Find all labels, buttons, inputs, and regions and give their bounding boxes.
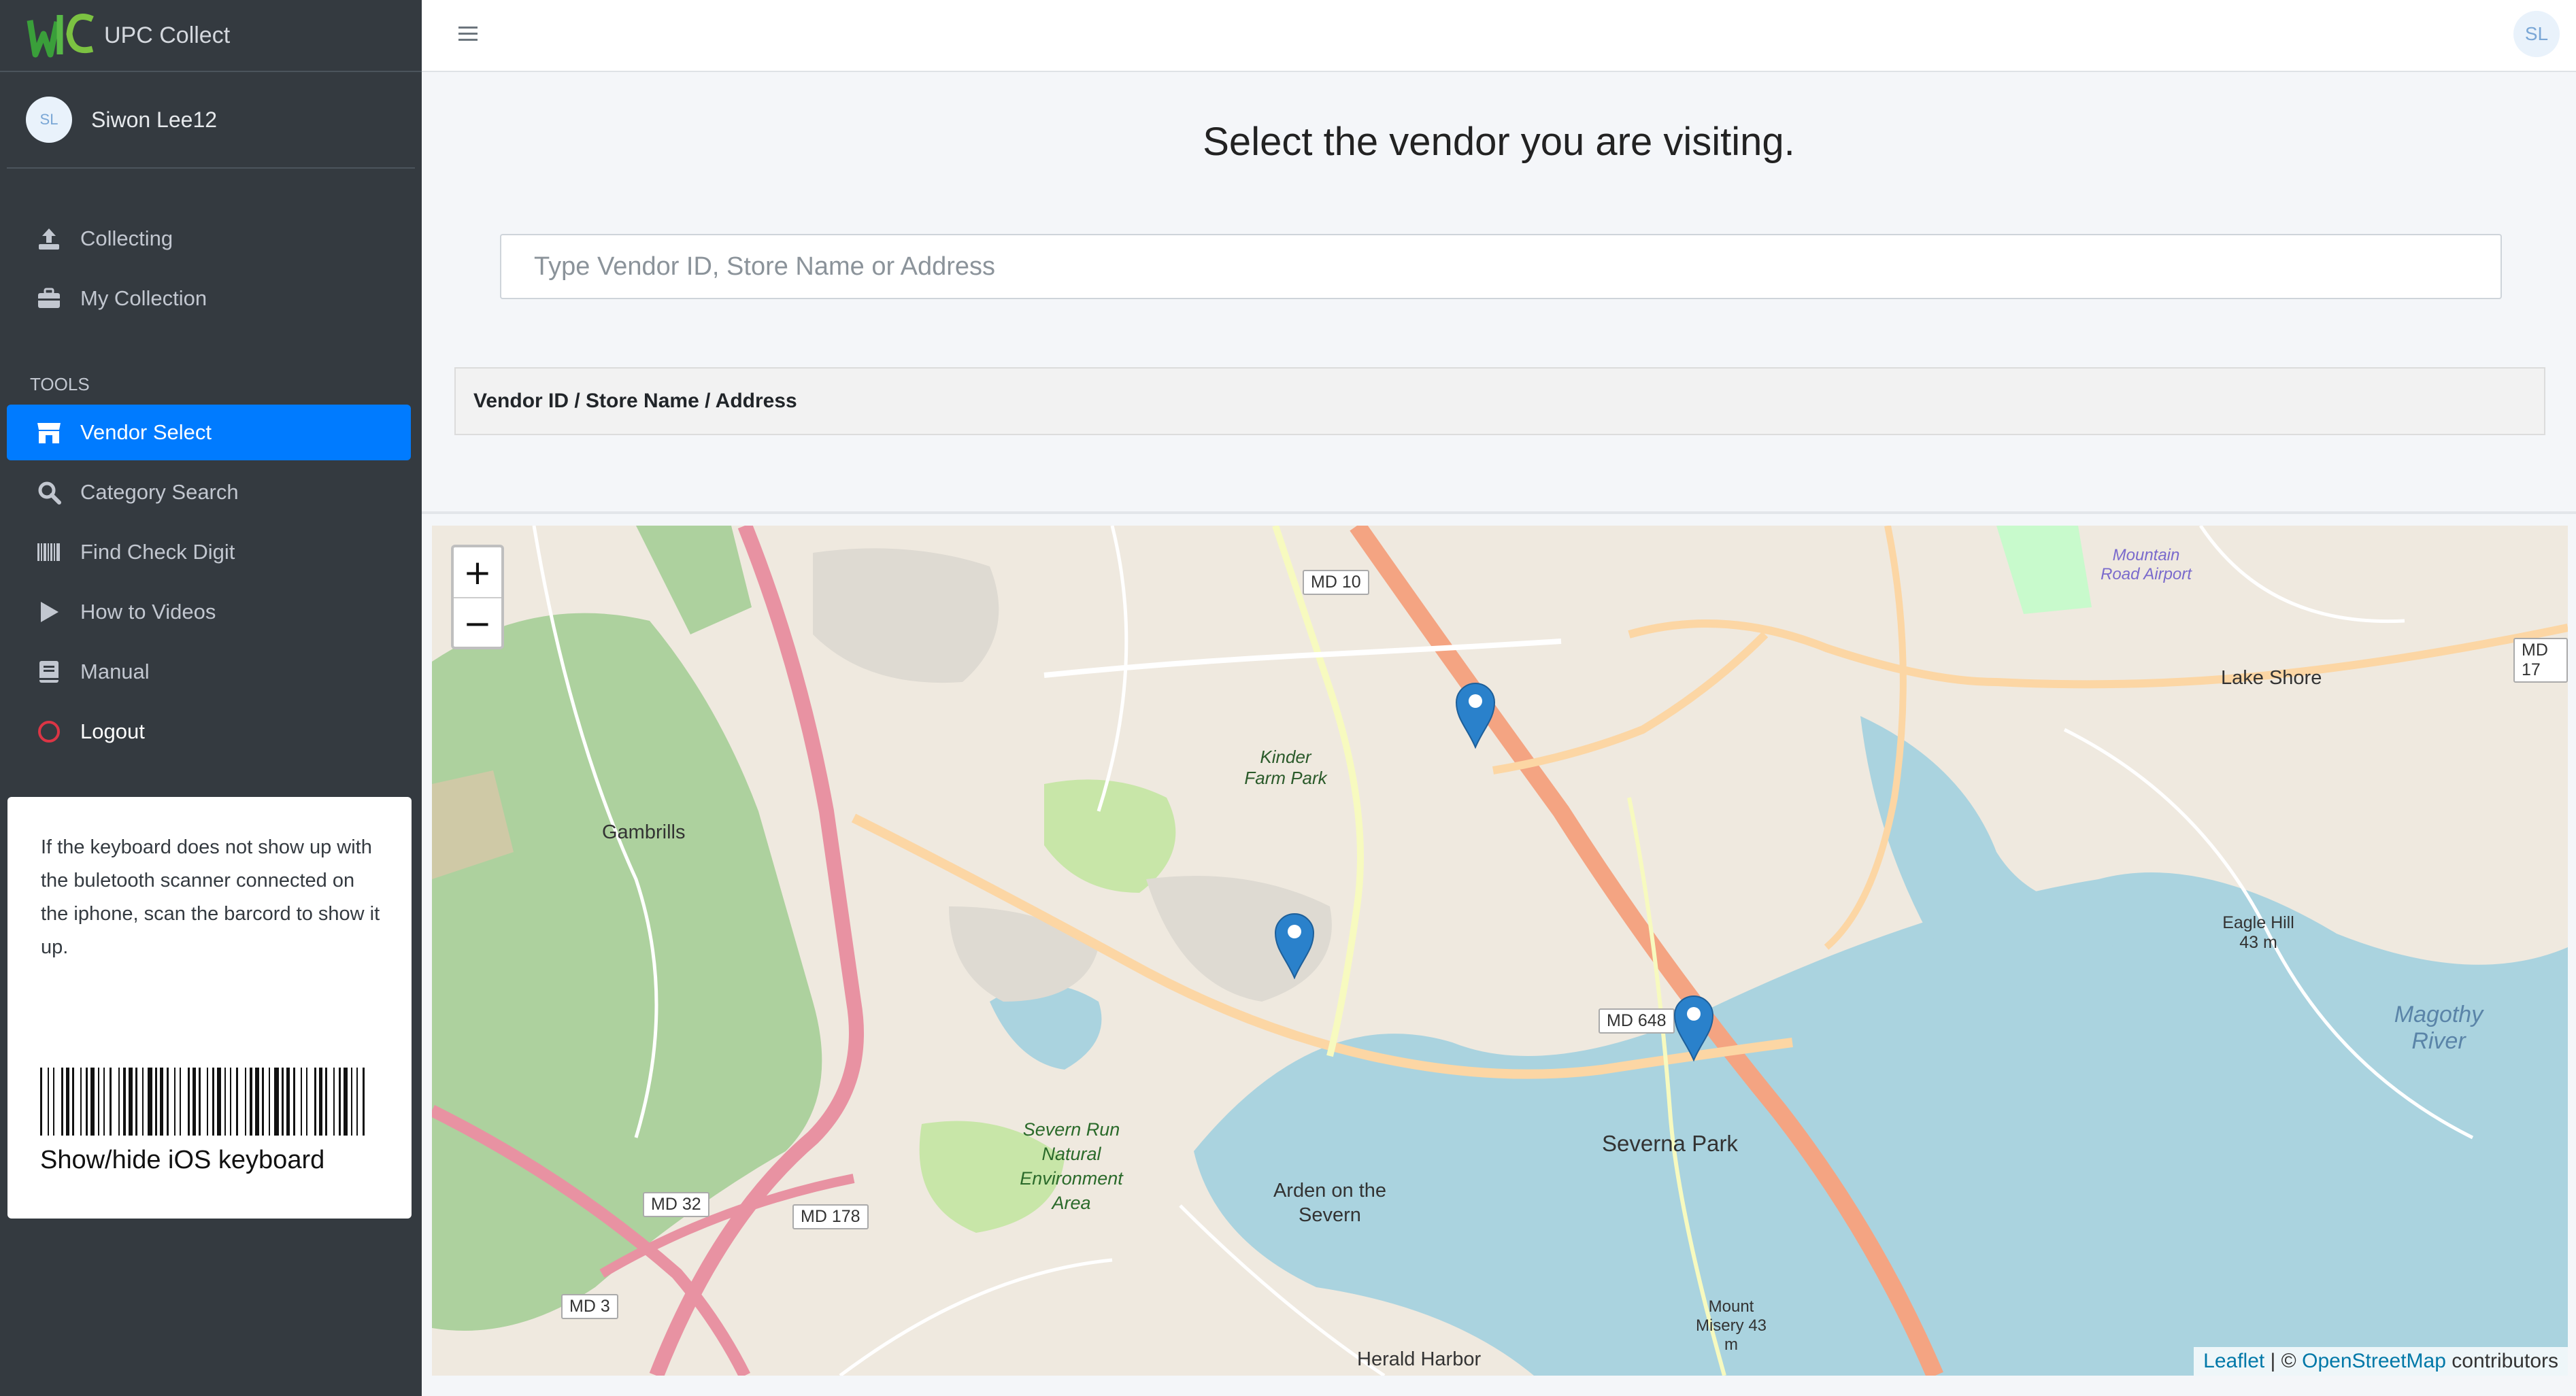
route-shield: MD 17 <box>2513 638 2568 683</box>
brand[interactable]: UPC Collect <box>0 0 422 72</box>
nav-label: Collecting <box>80 226 173 250</box>
tools-header: TOOLS <box>30 373 90 394</box>
map-label-peak: Eagle Hill 43 m <box>2222 913 2294 952</box>
hamburger-menu-icon[interactable] <box>454 20 482 48</box>
nav-item-vendor-select[interactable]: Vendor Select <box>7 405 411 460</box>
vendor-marker-icon[interactable] <box>1672 993 1716 1061</box>
play-icon <box>35 598 63 626</box>
map-label-park: Severn Run Natural Environment Area <box>1020 1119 1123 1213</box>
route-shield: MD 648 <box>1599 1008 1675 1034</box>
nav-label: My Collection <box>80 286 207 310</box>
map-zoom-control: + − <box>451 545 504 649</box>
tools-nav: TOOLS Vendor Select Category Search Find… <box>7 364 411 760</box>
nav-label: Vendor Select <box>80 420 212 444</box>
keyboard-help-text: If the keyboard does not show up with th… <box>41 836 380 958</box>
route-shield: MD 10 <box>1303 570 1369 595</box>
briefcase-icon <box>35 285 63 312</box>
nav-item-logout[interactable]: Logout <box>7 704 411 760</box>
map-label-town: Severna Park <box>1602 1131 1738 1156</box>
map-label-peak: Mount Misery 43 m <box>1695 1297 1767 1354</box>
vendor-search-input[interactable] <box>500 234 2502 299</box>
route-shield: MD 32 <box>643 1192 709 1217</box>
vendor-marker-icon[interactable] <box>1273 911 1316 979</box>
book-icon <box>35 658 63 685</box>
section-divider <box>422 511 2576 514</box>
route-shield: MD 3 <box>561 1294 618 1319</box>
search-icon <box>35 479 63 506</box>
sidebar: UPC Collect SL Siwon Lee12 Collecting My… <box>0 0 422 1396</box>
map-label-park: Kinder Farm Park <box>1244 747 1327 788</box>
zoom-in-button[interactable]: + <box>454 547 501 598</box>
map-label-place: Lake Shore <box>2221 667 2322 689</box>
nav-item-category-search[interactable]: Category Search <box>7 464 411 520</box>
nav-item-how-to-videos[interactable]: How to Videos <box>7 584 411 640</box>
nav-item-manual[interactable]: Manual <box>7 644 411 700</box>
nav-label: Manual <box>80 660 150 683</box>
zoom-out-button[interactable]: − <box>454 598 501 648</box>
nav-label: How to Videos <box>80 600 216 624</box>
barcode-label: Show/hide iOS keyboard <box>40 1146 325 1174</box>
map-label-place: Gambrills <box>602 821 686 843</box>
header-user-avatar[interactable]: SL <box>2513 11 2560 57</box>
nav-item-collecting[interactable]: Collecting <box>7 211 411 267</box>
user-panel[interactable]: SL Siwon Lee12 <box>7 72 415 169</box>
nav-item-my-collection[interactable]: My Collection <box>7 271 411 326</box>
app-name: UPC Collect <box>104 22 231 48</box>
user-name: Siwon Lee12 <box>91 107 218 132</box>
leaflet-link[interactable]: Leaflet <box>2203 1350 2264 1372</box>
map-label-water: Magothy River <box>2394 1002 2483 1054</box>
user-avatar: SL <box>26 97 72 143</box>
nav-item-find-check-digit[interactable]: Find Check Digit <box>7 524 411 580</box>
main-nav: Collecting My Collection <box>7 211 411 326</box>
nav-label: Logout <box>80 719 145 743</box>
openstreetmap-link[interactable]: OpenStreetMap <box>2302 1350 2446 1372</box>
nav-label: Category Search <box>80 480 239 504</box>
map-label-place: Herald Harbor <box>1357 1348 1482 1370</box>
barcode-icon <box>35 539 63 566</box>
route-shield: MD 178 <box>792 1204 869 1229</box>
map-label-place: Arden on the Severn <box>1273 1180 1387 1226</box>
nav-label: Find Check Digit <box>80 540 235 564</box>
page-title: Select the vendor you are visiting. <box>1203 120 1795 164</box>
upload-icon <box>35 225 63 252</box>
attribution-separator: | © <box>2264 1350 2303 1372</box>
upc-logo-icon <box>27 13 94 57</box>
vendor-table-header: Vendor ID / Store Name / Address <box>454 367 2545 435</box>
top-header: SL <box>422 0 2576 72</box>
map-label-airport: Mountain Road Airport <box>2101 546 2192 583</box>
vendor-marker-icon[interactable] <box>1454 681 1497 749</box>
map-attribution: Leaflet | © OpenStreetMap contributors <box>2194 1347 2568 1376</box>
store-icon <box>35 419 63 446</box>
vendor-map[interactable]: Gambrills Kinder Farm Park Severn Run Na… <box>432 526 2568 1376</box>
power-circle-icon <box>35 718 63 745</box>
attribution-suffix: contributors <box>2445 1350 2558 1372</box>
